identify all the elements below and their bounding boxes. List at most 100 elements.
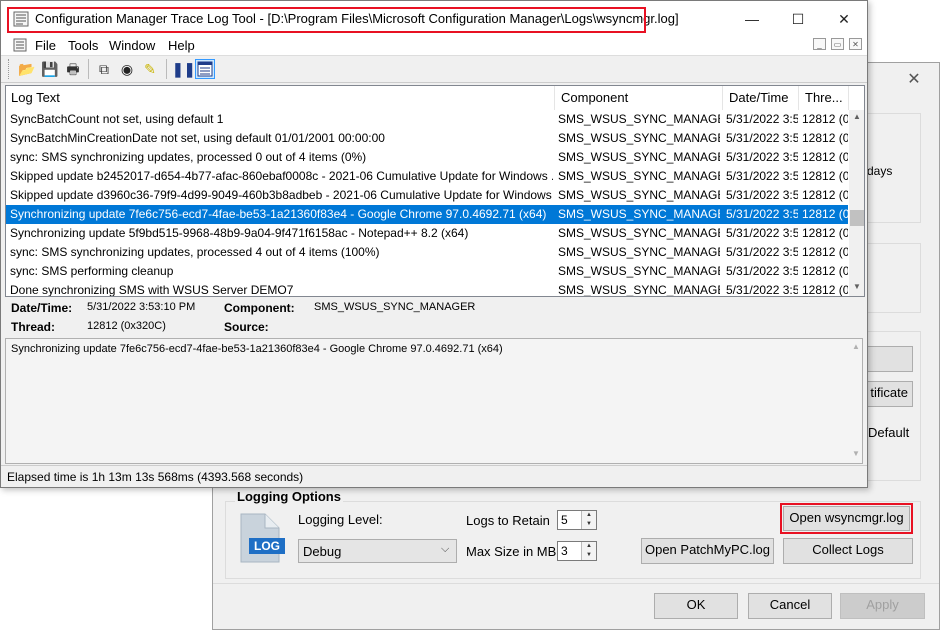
table-row[interactable]: Synchronizing update 5f9bd515-9968-48b9-… [6, 224, 848, 243]
datetime-label: Date/Time: [11, 301, 73, 315]
column-header-log-text[interactable]: Log Text [6, 86, 555, 110]
apply-button[interactable]: Apply [840, 593, 925, 619]
cell-thread: 12812 (0 [802, 226, 848, 240]
column-header-datetime[interactable]: Date/Time [724, 86, 799, 110]
logging-options-title: Logging Options [235, 489, 343, 504]
log-grid-scrollbar[interactable]: ▲ ▼ [849, 110, 864, 296]
component-value: SMS_WSUS_SYNC_MANAGER [314, 301, 476, 313]
source-label: Source: [224, 320, 269, 334]
find-binoculars-icon[interactable]: ◉ [117, 59, 137, 79]
cell-datetime: 5/31/2022 3:5 [726, 226, 798, 240]
spin-up-icon[interactable]: ▲ [581, 542, 596, 551]
cell-log-text: sync: SMS performing cleanup [10, 264, 174, 278]
column-header-component[interactable]: Component [556, 86, 723, 110]
max-size-label: Max Size in MB [466, 544, 557, 559]
pause-icon[interactable]: ❚❚ [172, 59, 195, 79]
max-size-value: 3 [561, 544, 568, 558]
save-icon[interactable]: 💾 [40, 59, 60, 79]
message-pane[interactable]: Synchronizing update 7fe6c756-ecd7-4fae-… [5, 338, 863, 464]
cell-datetime: 5/31/2022 3:5 [726, 264, 798, 278]
maximize-icon[interactable]: ☐ [778, 7, 818, 31]
status-bar: Elapsed time is 1h 13m 13s 568ms (4393.5… [1, 465, 867, 487]
copy-icon[interactable]: ⧉ [94, 59, 114, 79]
cell-log-text: sync: SMS synchronizing updates, process… [10, 150, 367, 164]
divider [213, 583, 939, 584]
table-row[interactable]: SyncBatchMinCreationDate not set, using … [6, 129, 848, 148]
table-row[interactable]: sync: SMS synchronizing updates, process… [6, 243, 848, 262]
mdi-close-icon[interactable]: ✕ [849, 38, 862, 50]
toolbar-separator [88, 59, 89, 79]
column-header-thread[interactable]: Thre... [800, 86, 849, 110]
scroll-down-icon[interactable]: ▼ [853, 282, 861, 291]
scroll-thumb[interactable] [850, 210, 864, 226]
dialog-close-icon[interactable]: ✕ [903, 69, 925, 91]
collect-logs-button[interactable]: Collect Logs [783, 538, 913, 564]
log-entry-details: Date/Time: 5/31/2022 3:53:10 PM Componen… [5, 297, 865, 337]
table-row[interactable]: Synchronizing update 7fe6c756-ecd7-4fae-… [6, 205, 848, 224]
document-icon [13, 38, 27, 52]
open-patchmypc-button[interactable]: Open PatchMyPC.log [641, 538, 774, 564]
logs-to-retain-stepper[interactable]: 5 ▲ ▼ [557, 510, 597, 530]
cell-datetime: 5/31/2022 3:5 [726, 188, 798, 202]
scroll-up-icon[interactable]: ▲ [853, 112, 861, 121]
table-row[interactable]: sync: SMS synchronizing updates, process… [6, 148, 848, 167]
logging-level-label: Logging Level: [298, 512, 383, 527]
menu-window[interactable]: Window [109, 38, 155, 53]
cell-thread: 12812 (0 [802, 207, 848, 221]
cell-component: SMS_WSUS_SYNC_MANAGER [558, 131, 720, 145]
menu-tools[interactable]: Tools [68, 38, 98, 53]
partial-text-days: days [867, 164, 893, 178]
cell-thread: 12812 (0 [802, 150, 848, 164]
cell-component: SMS_WSUS_SYNC_MANAGER [558, 226, 720, 240]
print-icon[interactable]: 🖶 [63, 59, 83, 79]
cell-component: SMS_WSUS_SYNC_MANAGER [558, 245, 720, 259]
table-row[interactable]: Skipped update d3960c36-79f9-4d99-9049-4… [6, 186, 848, 205]
partial-text-default: Default [868, 425, 910, 440]
cell-thread: 12812 (0 [802, 264, 848, 278]
log-grid[interactable]: Log Text Component Date/Time Thre... Syn… [5, 85, 865, 297]
open-folder-icon[interactable]: 📂 [17, 59, 37, 79]
open-wsyncmgr-button[interactable]: Open wsyncmgr.log [783, 506, 910, 531]
logging-level-select[interactable]: Debug ⌵ [298, 539, 457, 563]
spin-down-icon[interactable]: ▼ [581, 520, 596, 529]
chevron-down-icon: ⌵ [441, 543, 450, 555]
thread-label: Thread: [11, 320, 56, 334]
spin-up-icon[interactable]: ▲ [581, 511, 596, 520]
highlight-icon[interactable]: ✎ [140, 59, 160, 79]
close-icon[interactable]: ✕ [824, 7, 864, 31]
table-row[interactable]: SyncBatchCount not set, using default 1 S… [6, 110, 848, 129]
mdi-minimize-icon[interactable]: _ [813, 38, 826, 50]
cell-datetime: 5/31/2022 3:5 [726, 169, 798, 183]
cell-datetime: 5/31/2022 3:5 [726, 283, 798, 297]
cell-log-text: SyncBatchCount not set, using default 1 [10, 112, 224, 126]
menu-file[interactable]: File [35, 38, 56, 53]
table-row[interactable]: Skipped update b2452017-d654-4b77-afac-8… [6, 167, 848, 186]
table-row[interactable]: sync: SMS performing cleanup SMS_WSUS_SYN… [6, 262, 848, 281]
menu-help[interactable]: Help [168, 38, 195, 53]
column-header-filler [849, 86, 864, 110]
trace-log-window: Configuration Manager Trace Log Tool - [… [0, 0, 868, 488]
mdi-restore-icon[interactable]: ▭ [831, 38, 844, 50]
toolbar-separator [166, 59, 167, 79]
logging-level-value: Debug [303, 544, 342, 559]
cancel-button[interactable]: Cancel [748, 593, 832, 619]
ok-button[interactable]: OK [654, 593, 738, 619]
cell-thread: 12812 (0 [802, 245, 848, 259]
scroll-down-icon[interactable]: ▼ [852, 449, 860, 458]
cell-log-text: Skipped update b2452017-d654-4b77-afac-8… [10, 169, 553, 183]
max-size-stepper[interactable]: 3 ▲ ▼ [557, 541, 597, 561]
table-row[interactable]: Done synchronizing SMS with WSUS Server … [6, 281, 848, 297]
status-text: Elapsed time is 1h 13m 13s 568ms (4393.5… [7, 470, 304, 484]
datetime-value: 5/31/2022 3:53:10 PM [87, 301, 196, 313]
thread-value: 12812 (0x320C) [87, 320, 166, 332]
cell-datetime: 5/31/2022 3:5 [726, 245, 798, 259]
minimize-icon[interactable]: — [732, 7, 772, 31]
scroll-up-icon[interactable]: ▲ [852, 342, 860, 351]
message-scrollbar[interactable]: ▲ ▼ [849, 339, 863, 463]
spin-down-icon[interactable]: ▼ [581, 551, 596, 560]
partial-group-mid [859, 243, 921, 313]
detail-pane-icon[interactable] [195, 59, 215, 79]
cell-datetime: 5/31/2022 3:5 [726, 112, 798, 126]
cell-component: SMS_WSUS_SYNC_MANAGER [558, 264, 720, 278]
component-label: Component: [224, 301, 295, 315]
